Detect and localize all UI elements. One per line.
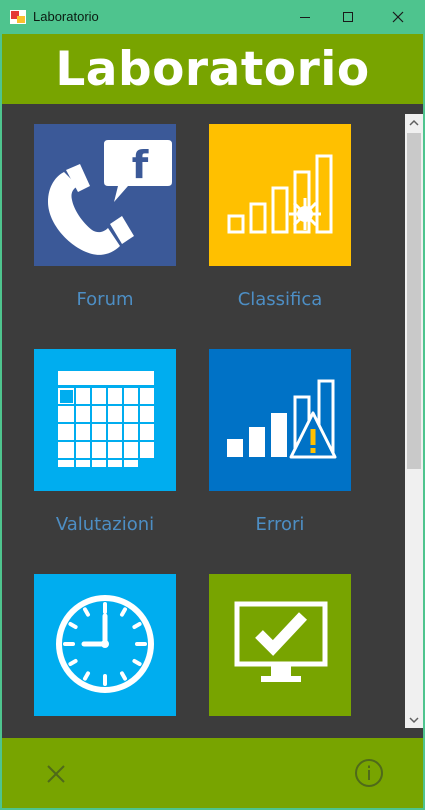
vertical-scrollbar[interactable] bbox=[405, 114, 423, 728]
minimize-icon bbox=[300, 17, 310, 18]
chevron-up-icon bbox=[409, 119, 419, 126]
error-bars-warning-icon bbox=[227, 379, 337, 459]
phone-facebook-icon: f bbox=[48, 140, 172, 255]
app-window: Laboratorio Laboratorio f Forum Classifi… bbox=[0, 0, 425, 810]
scroll-thumb[interactable] bbox=[407, 133, 421, 469]
tile-valutazioni-label: Valutazioni bbox=[55, 514, 155, 535]
chevron-down-icon bbox=[409, 716, 419, 723]
tile-forum-label: Forum bbox=[76, 289, 134, 310]
tile-clock-bg[interactable] bbox=[34, 574, 176, 716]
info-icon bbox=[355, 759, 383, 787]
close-button[interactable] bbox=[375, 0, 421, 34]
tile-classifica-label: Classifica bbox=[237, 289, 323, 310]
app-footer bbox=[2, 738, 423, 808]
scroll-down-button[interactable] bbox=[405, 711, 423, 728]
ranking-bars-icon bbox=[227, 154, 333, 234]
close-icon bbox=[392, 11, 404, 23]
footer-info-button[interactable] bbox=[352, 756, 386, 790]
svg-text:f: f bbox=[132, 143, 149, 187]
tile-grid: f Forum Classifica Valutazioni Errori bbox=[2, 104, 423, 738]
calendar-icon bbox=[58, 371, 154, 467]
title-bar[interactable]: Laboratorio bbox=[0, 0, 425, 34]
app-header: Laboratorio bbox=[2, 34, 423, 104]
maximize-icon bbox=[343, 12, 353, 22]
footer-close-button[interactable] bbox=[40, 758, 72, 790]
tile-errori-bg[interactable] bbox=[209, 349, 351, 491]
tile-monitor-bg[interactable] bbox=[209, 574, 351, 716]
scroll-up-button[interactable] bbox=[405, 114, 423, 131]
maximize-button[interactable] bbox=[325, 0, 371, 34]
window-title: Laboratorio bbox=[33, 9, 99, 24]
tile-errori-label: Errori bbox=[255, 514, 305, 535]
clock-icon bbox=[56, 595, 154, 693]
app-icon bbox=[10, 10, 26, 24]
tile-classifica-bg[interactable] bbox=[209, 124, 351, 266]
tile-valutazioni-bg[interactable] bbox=[34, 349, 176, 491]
tile-forum-bg[interactable]: f bbox=[34, 124, 176, 266]
close-icon bbox=[47, 765, 65, 783]
monitor-check-icon bbox=[234, 601, 328, 682]
minimize-button[interactable] bbox=[282, 0, 328, 34]
page-title: Laboratorio bbox=[55, 41, 370, 97]
